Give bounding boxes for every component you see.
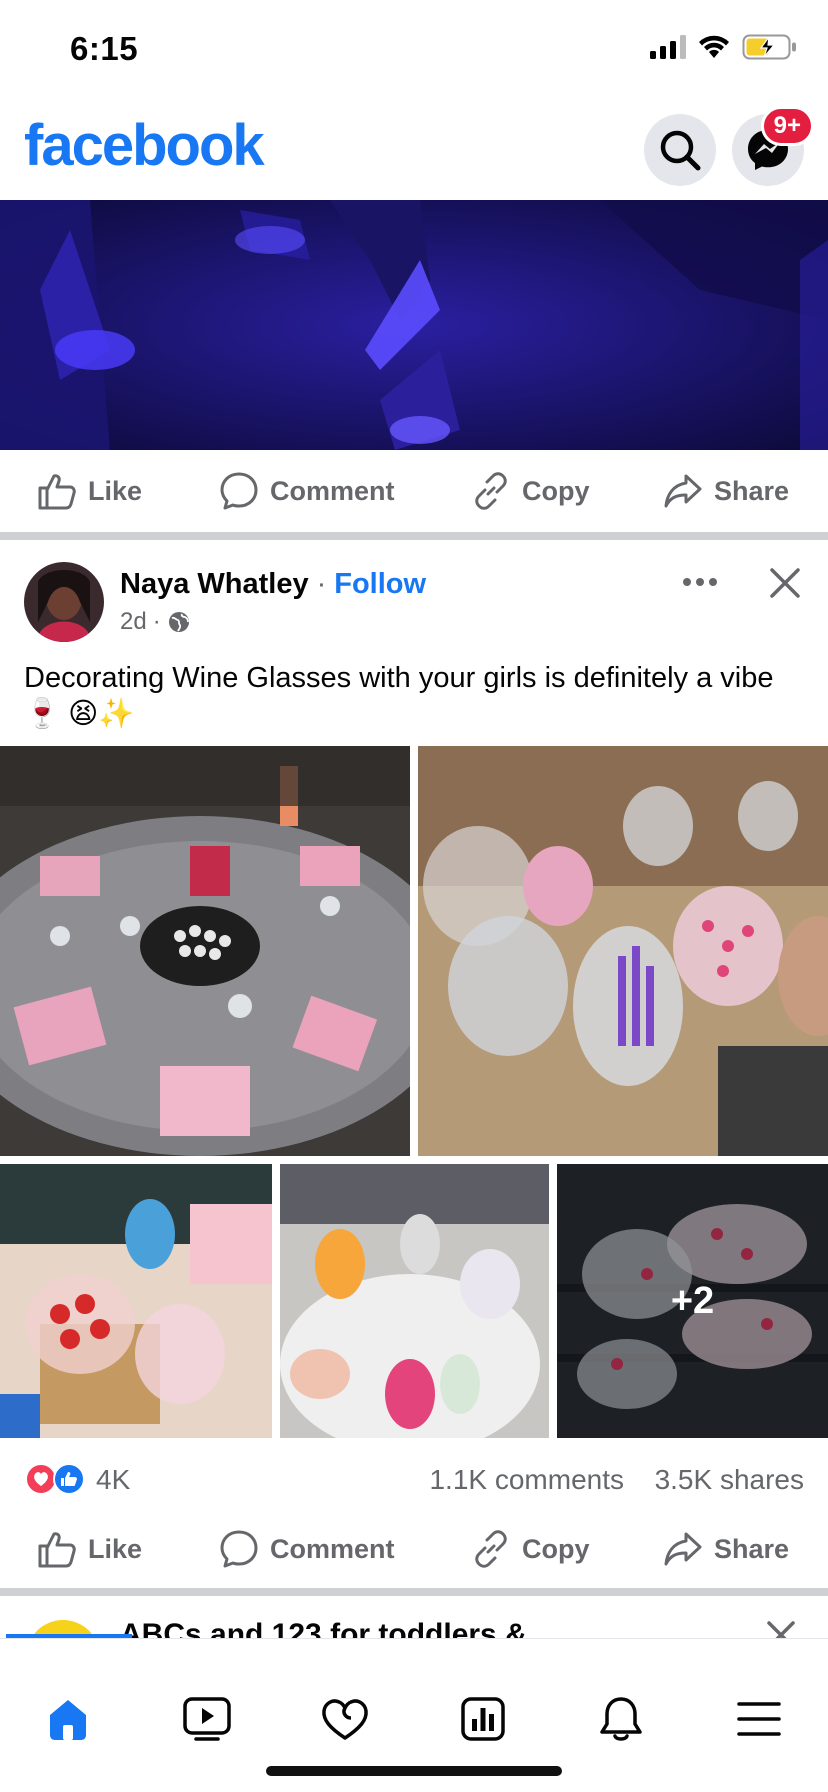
- comment-label: Comment: [270, 1533, 395, 1564]
- love-like-reactions-icon[interactable]: [24, 1462, 88, 1496]
- share-label: Share: [714, 1533, 790, 1564]
- video-icon: [183, 1697, 231, 1741]
- follow-button[interactable]: Follow: [334, 568, 426, 601]
- reactions-summary: 4K 1.1K comments 3.5K shares: [0, 1456, 828, 1500]
- like-label: Like: [88, 475, 143, 506]
- share-icon: [664, 1532, 702, 1566]
- post-meta: 2d ·: [120, 608, 191, 636]
- post-photo-5[interactable]: +2: [557, 1164, 828, 1438]
- previous-post-video[interactable]: [0, 200, 828, 450]
- status-icons: [650, 34, 798, 60]
- feed-divider: [0, 1588, 828, 1596]
- share-label: Share: [714, 475, 790, 506]
- comments-count[interactable]: 1.1K comments: [429, 1464, 624, 1496]
- comment-button[interactable]: Comment: [218, 1508, 395, 1590]
- post-photo-4[interactable]: [280, 1164, 549, 1438]
- like-label: Like: [88, 1533, 143, 1564]
- battery-charging-icon: [742, 34, 796, 60]
- nav-dashboard[interactable]: [453, 1689, 513, 1749]
- nav-video[interactable]: [177, 1689, 237, 1749]
- nav-notifications[interactable]: [591, 1689, 651, 1749]
- next-post-preview[interactable]: ABCs and 123 for toddlers &: [0, 1598, 828, 1638]
- copy-button[interactable]: Copy: [470, 1508, 590, 1590]
- comment-icon: [220, 472, 258, 510]
- copy-label: Copy: [522, 1533, 590, 1564]
- shares-count[interactable]: 3.5K shares: [655, 1464, 804, 1496]
- comment-label: Comment: [270, 475, 395, 506]
- post-photo-1[interactable]: [0, 746, 410, 1156]
- author-separator: ·: [316, 568, 327, 600]
- reaction-count[interactable]: 4K: [96, 1464, 130, 1496]
- status-bar: 6:15: [0, 0, 828, 100]
- dashboard-icon: [461, 1697, 505, 1741]
- next-post-title: ABCs and 123 for toddlers &: [120, 1618, 527, 1638]
- bell-icon: [600, 1697, 642, 1741]
- nav-menu[interactable]: [729, 1689, 789, 1749]
- post-options-button[interactable]: [675, 562, 725, 602]
- link-icon: [475, 1530, 507, 1568]
- search-icon: [660, 130, 701, 171]
- signal-icon: [650, 35, 686, 59]
- post-caption: Decorating Wine Glasses with your girls …: [24, 662, 774, 730]
- action-bar-previous: Like Comment Copy Share: [0, 450, 828, 532]
- search-button[interactable]: [644, 114, 716, 186]
- comment-button[interactable]: Comment: [218, 450, 395, 532]
- menu-icon: [737, 1702, 781, 1736]
- comment-icon: [220, 1530, 258, 1568]
- link-icon: [475, 472, 507, 510]
- meta-separator: ·: [152, 608, 161, 635]
- messenger-badge: 9+: [760, 106, 814, 146]
- home-indicator[interactable]: [266, 1766, 562, 1776]
- share-button[interactable]: Share: [662, 450, 789, 532]
- close-icon: [770, 568, 800, 598]
- author-avatar[interactable]: [24, 562, 104, 642]
- like-button[interactable]: Like: [36, 450, 142, 532]
- feed-divider: [0, 532, 828, 540]
- author-name[interactable]: Naya Whatley: [120, 568, 309, 601]
- post-time[interactable]: 2d: [120, 608, 147, 636]
- like-icon: [38, 1532, 76, 1568]
- more-photos-count: +2: [557, 1164, 828, 1438]
- dating-heart-icon: [322, 1699, 368, 1740]
- post-photo-3[interactable]: [0, 1164, 272, 1438]
- facebook-logo[interactable]: facebook: [24, 112, 265, 179]
- post-photo-2[interactable]: [418, 746, 828, 1156]
- share-button[interactable]: Share: [662, 1508, 789, 1590]
- party-photo: [0, 200, 828, 450]
- messenger-button[interactable]: 9+: [732, 106, 814, 186]
- wifi-icon: [699, 35, 729, 58]
- home-icon: [50, 1700, 86, 1740]
- like-button[interactable]: Like: [36, 1508, 142, 1590]
- more-dots-icon: [683, 578, 717, 586]
- app-header: facebook 9+: [0, 100, 828, 200]
- share-icon: [664, 474, 702, 508]
- author-line: Naya Whatley · Follow: [120, 568, 426, 601]
- nav-dating[interactable]: [315, 1689, 375, 1749]
- nav-home[interactable]: [38, 1689, 98, 1749]
- copy-button[interactable]: Copy: [470, 450, 590, 532]
- status-time: 6:15: [70, 30, 139, 67]
- copy-label: Copy: [522, 475, 590, 506]
- globe-icon: [168, 612, 189, 632]
- like-icon: [38, 474, 76, 510]
- action-bar-post: Like Comment Copy Share: [0, 1508, 828, 1590]
- close-icon[interactable]: [766, 1620, 796, 1638]
- hide-post-button[interactable]: [764, 562, 806, 604]
